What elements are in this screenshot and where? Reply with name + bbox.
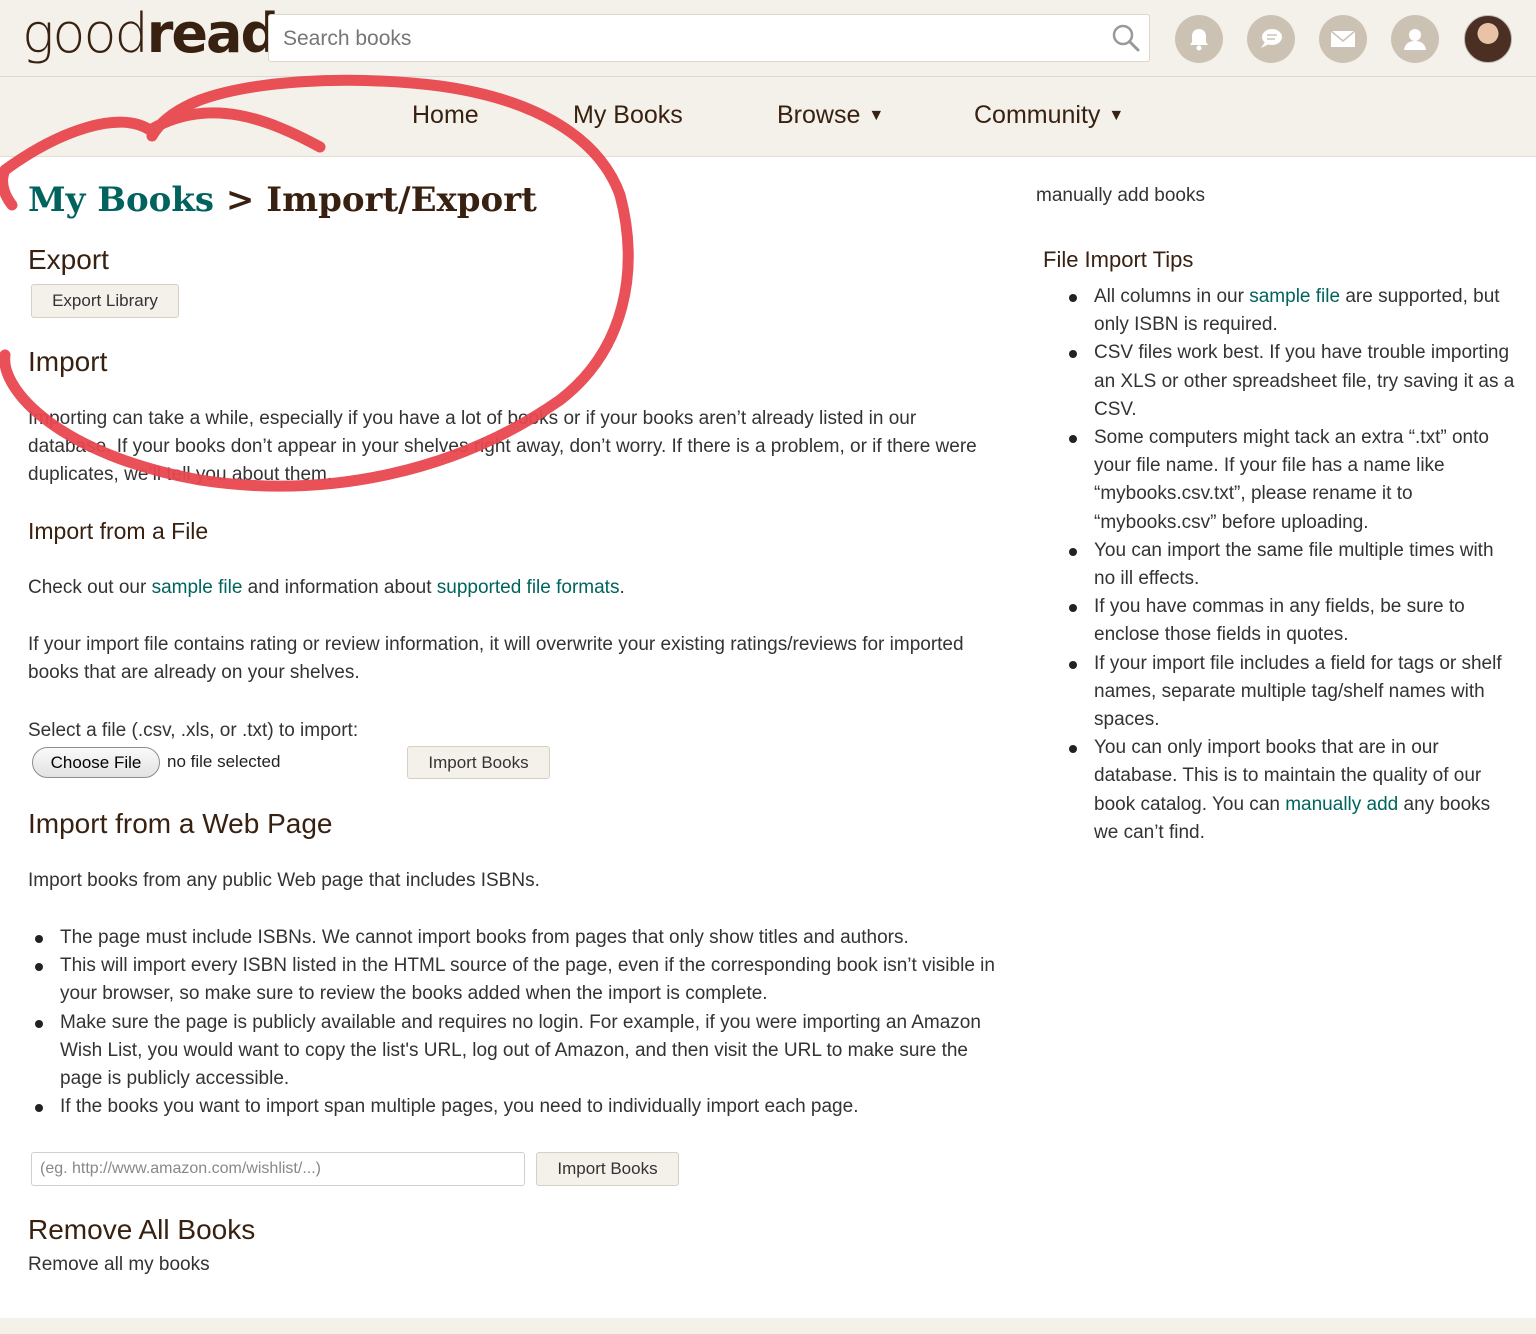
- list-item: If your import file includes a field for…: [1036, 650, 1516, 735]
- search-input[interactable]: [281, 23, 1105, 55]
- chevron-down-icon: ▼: [868, 107, 885, 124]
- file-import-tips-heading: File Import Tips: [1043, 247, 1194, 272]
- import-from-file-heading: Import from a File: [28, 518, 209, 544]
- chevron-down-icon: ▼: [1108, 107, 1125, 124]
- list-item: CSV files work best. If you have trouble…: [1036, 339, 1516, 424]
- remove-all-heading: Remove All Books: [28, 1214, 256, 1245]
- list-item: If the books you want to import span mul…: [28, 1093, 1003, 1121]
- import-intro: Importing can take a while, especially i…: [28, 408, 977, 485]
- page-title: My Books > Import/Export: [28, 180, 537, 220]
- export-heading: Export: [28, 244, 109, 275]
- tips-sidebar: All columns in our sample file are suppo…: [1036, 283, 1516, 847]
- remove-all-books-link[interactable]: Remove all my books: [28, 1251, 210, 1279]
- nav-community-label: Community: [974, 101, 1101, 129]
- search-box: [268, 14, 1150, 62]
- tip-manually-add-link[interactable]: manually add: [1285, 794, 1398, 815]
- import-heading: Import: [28, 346, 108, 377]
- sample-file-link[interactable]: sample file: [152, 577, 243, 598]
- select-file-label: Select a file (.csv, .xls, or .txt) to i…: [28, 720, 359, 741]
- messages-mail-icon[interactable]: [1319, 15, 1367, 63]
- tips-list: All columns in our sample file are suppo…: [1036, 283, 1516, 847]
- list-item: You can only import books that are in ou…: [1036, 734, 1516, 847]
- list-item: If you have commas in any fields, be sur…: [1036, 593, 1516, 649]
- nav-browse-label: Browse: [777, 101, 861, 129]
- logo-good: good: [22, 2, 149, 65]
- tip-sample-file-link[interactable]: sample file: [1249, 286, 1340, 307]
- nav-community[interactable]: Community ▼: [974, 101, 1124, 130]
- list-item: The page must include ISBNs. We cannot i…: [28, 924, 1003, 952]
- nav-my-books[interactable]: My Books: [573, 101, 683, 130]
- list-item: All columns in our sample file are suppo…: [1036, 283, 1516, 339]
- import-web-heading: Import from a Web Page: [28, 808, 333, 839]
- list-item: Some computers might tack an extra “.txt…: [1036, 424, 1516, 537]
- export-library-button[interactable]: Export Library: [31, 284, 179, 318]
- choose-file-button[interactable]: Choose File: [32, 747, 160, 778]
- web-page-url-input[interactable]: [31, 1152, 525, 1186]
- top-bar: goodreads: [0, 0, 1536, 77]
- list-item: This will import every ISBN listed in th…: [28, 952, 1003, 1008]
- no-file-selected-text: no file selected: [167, 752, 281, 771]
- list-item: You can import the same file multiple ti…: [1036, 537, 1516, 593]
- sample-info-prefix: Check out our: [28, 577, 152, 598]
- sample-info-middle: and information about: [242, 577, 437, 598]
- tip-text: All columns in our: [1094, 286, 1250, 307]
- notifications-bell-icon[interactable]: [1175, 15, 1223, 63]
- sample-info-suffix: .: [619, 577, 625, 598]
- overwrite-note: If your import file contains rating or r…: [28, 634, 964, 683]
- supported-formats-link[interactable]: supported file formats: [437, 577, 620, 598]
- list-item: Make sure the page is publicly available…: [28, 1009, 1003, 1094]
- web-import-rules: The page must include ISBNs. We cannot i…: [28, 924, 1003, 1121]
- goodreads-logo[interactable]: goodreads: [22, 2, 309, 65]
- friends-icon[interactable]: [1391, 15, 1439, 63]
- footer-bar: [0, 1318, 1536, 1334]
- manually-add-books-link[interactable]: manually add books: [1036, 182, 1205, 210]
- import-web-button[interactable]: Import Books: [536, 1152, 679, 1186]
- profile-avatar[interactable]: [1464, 15, 1512, 63]
- main-nav: Home My Books Browse ▼ Community ▼: [0, 77, 1536, 157]
- discussions-chat-icon[interactable]: [1247, 15, 1295, 63]
- import-web-intro: Import books from any public Web page th…: [28, 870, 540, 891]
- nav-home[interactable]: Home: [412, 101, 479, 130]
- nav-browse[interactable]: Browse ▼: [777, 101, 884, 130]
- import-file-button[interactable]: Import Books: [407, 746, 550, 779]
- breadcrumb-current: Import/Export: [266, 180, 537, 220]
- breadcrumb-separator: >: [225, 180, 255, 220]
- breadcrumb-my-books[interactable]: My Books: [28, 180, 214, 220]
- search-icon[interactable]: [1111, 23, 1141, 53]
- sample-file-info: Check out our sample file and informatio…: [28, 574, 1003, 602]
